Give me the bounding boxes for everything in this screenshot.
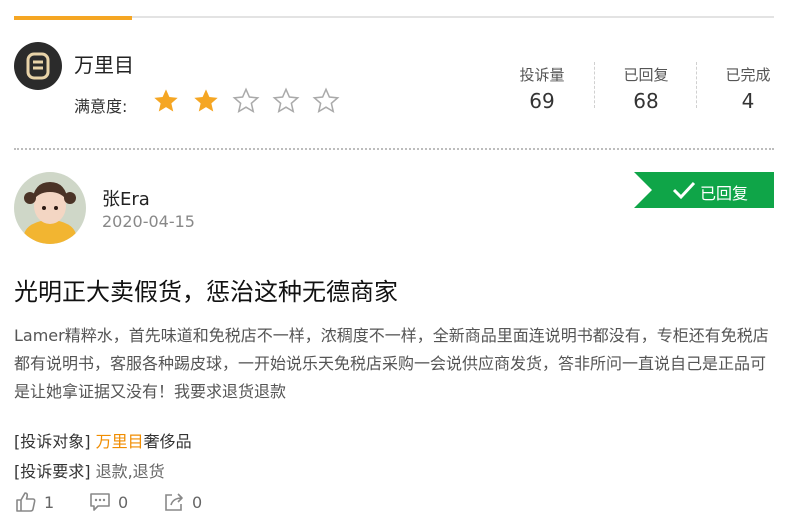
star-filled-icon: [154, 89, 178, 112]
rating-stars: [152, 87, 352, 115]
complaint-title[interactable]: 光明正大卖假货，惩治这种无德商家: [14, 272, 398, 307]
complaint-request-value: 退款,退货: [95, 462, 165, 481]
stat-divider: [696, 62, 697, 108]
stat-completed-value: 4: [741, 89, 755, 113]
star-empty-icon: [232, 87, 260, 114]
rating-label: 满意度:: [74, 97, 128, 116]
star-empty-icon: [272, 87, 300, 114]
complaint-body: Lamer精粹水，首先味道和免税店不一样，浓稠度不一样，全新商品里面连说明书都没…: [14, 326, 769, 401]
share-icon: [165, 493, 183, 511]
complaint-request: [投诉要求] 退款,退货: [14, 458, 165, 482]
merchant-logo-icon: [26, 52, 50, 80]
complaint-target-label: [投诉对象]: [14, 432, 91, 451]
star-filled-icon: [194, 89, 218, 112]
stat-completed: 已完成 4: [716, 64, 780, 113]
merchant-logo[interactable]: [14, 42, 62, 90]
star-empty-icon: [312, 87, 340, 114]
complaint-target-link[interactable]: 万里目: [96, 432, 144, 451]
stat-complaints-value: 69: [529, 89, 555, 113]
thumbs-up-icon: [16, 492, 36, 512]
avatar-image: [14, 172, 86, 244]
share-button[interactable]: 0: [162, 490, 202, 514]
like-count: 1: [44, 492, 55, 512]
avatar[interactable]: [14, 172, 86, 244]
stat-replied-label: 已回复: [623, 66, 669, 84]
complaint-target: [投诉对象] 万里目奢侈品: [14, 428, 192, 452]
user-name[interactable]: 张Era: [102, 185, 150, 211]
stat-replied: 已回复 68: [614, 64, 678, 113]
stat-complaints-label: 投诉量: [519, 66, 565, 84]
stat-replied-value: 68: [633, 89, 659, 113]
stat-completed-label: 已完成: [725, 66, 771, 84]
stat-complaints: 投诉量 69: [510, 64, 574, 113]
post-date: 2020-04-15: [102, 212, 195, 231]
tab-active-indicator[interactable]: [14, 16, 132, 20]
like-button[interactable]: 1: [14, 490, 54, 514]
share-count: 0: [192, 492, 203, 512]
merchant-name[interactable]: 万里目: [74, 49, 134, 78]
section-divider: [14, 148, 774, 150]
comment-icon: [90, 493, 110, 511]
stat-divider: [594, 62, 595, 108]
comment-count: 0: [118, 492, 129, 512]
complaint-request-label: [投诉要求]: [14, 462, 91, 481]
complaint-target-suffix: 奢侈品: [143, 432, 192, 451]
status-badge-label: 已回复: [700, 184, 749, 203]
comment-button[interactable]: 0: [88, 490, 128, 514]
